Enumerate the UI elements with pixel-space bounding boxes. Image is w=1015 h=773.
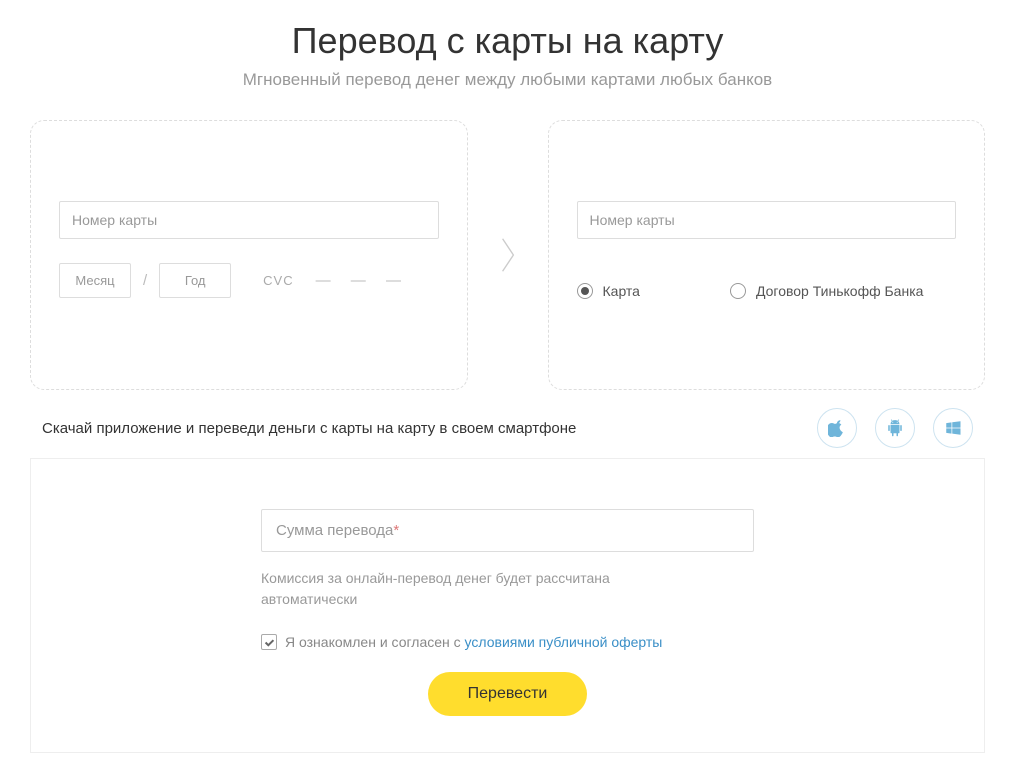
apple-app-button[interactable] [817,408,857,448]
cvc-input[interactable]: — — — [316,272,409,289]
windows-icon [944,419,962,437]
amount-input[interactable]: Сумма перевода* [261,509,754,552]
expiry-year-input[interactable] [159,263,231,298]
radio-option-card[interactable]: Карта [577,283,640,299]
amount-panel: Сумма перевода* Комиссия за онлайн-перев… [30,458,985,753]
from-card-number-input[interactable] [59,201,439,239]
cvc-label: CVC [263,273,293,288]
from-card-panel: / CVC — — — [30,120,468,390]
radio-option-contract[interactable]: Договор Тинькофф Банка [730,283,923,299]
check-icon [264,637,275,648]
expiry-separator: / [143,272,147,289]
radio-label-card: Карта [603,283,640,299]
radio-icon [730,283,746,299]
to-card-panel: Карта Договор Тинькофф Банка [548,120,986,390]
fee-note: Комиссия за онлайн-перевод денег будет р… [261,568,641,610]
promo-text: Скачай приложение и переведи деньги с ка… [42,420,576,437]
page-subtitle: Мгновенный перевод денег между любыми ка… [30,70,985,90]
agree-checkbox[interactable] [261,634,277,650]
radio-icon [577,283,593,299]
apple-icon [828,419,846,437]
android-icon [886,419,904,437]
offer-terms-link[interactable]: условиями публичной оферты [465,634,663,650]
submit-button[interactable]: Перевести [428,672,588,716]
android-app-button[interactable] [875,408,915,448]
windows-app-button[interactable] [933,408,973,448]
radio-label-contract: Договор Тинькофф Банка [756,283,923,299]
amount-placeholder: Сумма перевода [276,522,393,539]
arrow-icon [488,235,528,275]
required-mark: * [393,522,399,539]
expiry-month-input[interactable] [59,263,131,298]
page-title: Перевод с карты на карту [30,20,985,62]
agree-text: Я ознакомлен и согласен с [285,634,465,650]
to-card-number-input[interactable] [577,201,957,239]
